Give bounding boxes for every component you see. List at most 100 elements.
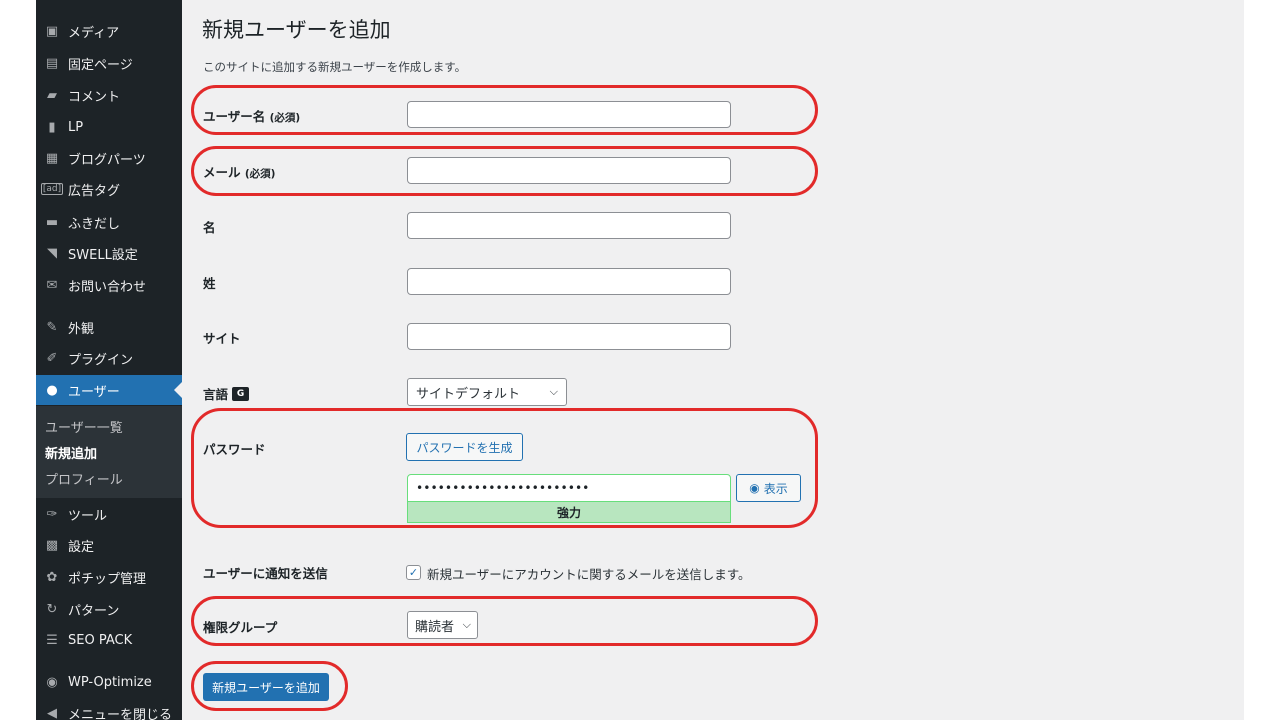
user-icon: ● — [46, 382, 58, 398]
swell-icon: ◥ — [47, 245, 57, 261]
add-new-user-button[interactable]: 新規ユーザーを追加 — [203, 673, 329, 701]
plugin-icon: ✐ — [46, 350, 58, 366]
username-label-text: ユーザー名 — [203, 109, 266, 124]
sidebar-item-wp-optimize[interactable]: ◉ WP-Optimize — [36, 667, 182, 697]
submenu-item-profile[interactable]: プロフィール — [45, 469, 123, 488]
username-label: ユーザー名 (必須) — [203, 106, 300, 125]
sidebar-item-contact[interactable]: ✉ お問い合わせ — [36, 270, 182, 300]
sidebar-item-appearance[interactable]: ✎ 外観 — [36, 312, 182, 342]
sidebar-item-ad-tags[interactable]: [ad] 広告タグ — [36, 174, 182, 204]
sidebar-item-fukidashi[interactable]: ▬ ふきだし — [36, 207, 182, 237]
eye-icon: ◉ — [749, 481, 760, 495]
highlight-role — [191, 596, 818, 646]
sidebar-item-label: SEO PACK — [68, 632, 133, 648]
required-note: (必須) — [269, 112, 301, 124]
main-content: 新規ユーザーを追加 このサイトに追加する新規ユーザーを作成します。 ユーザー名 … — [182, 0, 1244, 720]
sidebar-collapse-menu[interactable]: ◀ メニューを閉じる — [36, 698, 182, 720]
paw-icon: ✿ — [46, 569, 58, 585]
collapse-menu-icon: ◀ — [47, 705, 57, 720]
sidebar-item-label: コメント — [68, 89, 121, 105]
sidebar-item-comments[interactable]: ▰ コメント — [36, 80, 182, 110]
sidebar-item-label: 広告タグ — [68, 183, 121, 199]
sidebar-item-label: ブログパーツ — [68, 152, 146, 168]
sidebar-item-plugins[interactable]: ✐ プラグイン — [36, 343, 182, 373]
pattern-icon: ↻ — [46, 601, 58, 617]
sidebar-item-pochipp[interactable]: ✿ ポチップ管理 — [36, 562, 182, 592]
username-field[interactable] — [407, 101, 731, 128]
sidebar-item-blog-parts[interactable]: ▦ ブログパーツ — [36, 143, 182, 173]
sidebar-item-label: メディア — [68, 25, 120, 41]
speech-bubble-icon: ▬ — [45, 214, 59, 230]
required-note: (必須) — [244, 168, 276, 180]
settings-icon: ▩ — [45, 537, 59, 553]
comment-icon: ▰ — [47, 87, 57, 103]
email-label-text: メール — [203, 165, 241, 180]
sidebar-item-label: 固定ページ — [68, 57, 133, 73]
wrench-icon: ✑ — [46, 506, 58, 522]
sidebar-item-pages[interactable]: ▤ 固定ページ — [36, 48, 182, 78]
translate-icon: G — [232, 386, 250, 401]
submenu-item-all-users[interactable]: ユーザー一覧 — [45, 417, 123, 436]
notify-label: ユーザーに通知を送信 — [203, 566, 328, 581]
sidebar-item-lp[interactable]: ▮ LP — [36, 112, 182, 142]
sidebar-item-label: WP-Optimize — [68, 674, 152, 690]
generate-password-button[interactable]: パスワードを生成 — [406, 433, 523, 461]
sidebar-item-swell-settings[interactable]: ◥ SWELL設定 — [36, 238, 182, 268]
website-field[interactable] — [407, 323, 731, 350]
role-select-value: 購読者 — [415, 619, 455, 635]
mail-icon: ✉ — [46, 277, 58, 293]
chevron-down-icon: ⌵ — [549, 385, 558, 398]
sidebar-item-label: お問い合わせ — [68, 279, 147, 295]
password-label: パスワード — [203, 442, 266, 457]
sidebar-item-settings[interactable]: ▩ 設定 — [36, 530, 182, 560]
sidebar-item-label: ポチップ管理 — [68, 571, 147, 587]
notify-checkbox[interactable]: ✓ — [406, 565, 421, 580]
language-label-text: 言語 — [203, 387, 229, 402]
website-label: サイト — [203, 331, 241, 346]
role-select[interactable]: 購読者 ⌵ — [407, 611, 478, 639]
sidebar-item-media[interactable]: ▣ メディア — [36, 16, 182, 46]
admin-sidebar: ▣ メディア ▤ 固定ページ ▰ コメント ▮ LP ▦ ブログパーツ [ad]… — [36, 0, 182, 720]
password-strength-meter: 強力 — [407, 501, 731, 523]
media-icon: ▣ — [45, 23, 59, 39]
sidebar-item-tools[interactable]: ✑ ツール — [36, 499, 182, 529]
sidebar-item-label: メニューを閉じる — [68, 707, 173, 720]
chevron-down-icon: ⌵ — [462, 618, 471, 631]
users-submenu: ユーザー一覧 新規追加 プロフィール — [36, 406, 182, 498]
sidebar-item-users[interactable]: ● ユーザー — [36, 375, 182, 405]
first-name-label: 名 — [203, 220, 216, 235]
sidebar-item-label: ふきだし — [68, 216, 121, 232]
email-label: メール (必須) — [203, 162, 275, 181]
sidebar-item-label: 設定 — [68, 539, 95, 555]
wp-optimize-icon: ◉ — [46, 674, 58, 690]
first-name-field[interactable] — [407, 212, 731, 239]
last-name-field[interactable] — [407, 268, 731, 295]
notify-checkbox-label[interactable]: 新規ユーザーにアカウントに関するメールを送信します。 — [427, 564, 751, 583]
submenu-item-add-new[interactable]: 新規追加 — [45, 443, 97, 462]
show-password-label: 表示 — [763, 481, 788, 496]
language-select-value: サイトデフォルト — [416, 386, 521, 402]
role-label: 権限グループ — [203, 620, 278, 635]
email-field[interactable] — [407, 157, 731, 184]
show-password-button[interactable]: ◉ 表示 — [736, 474, 801, 502]
ad-icon-text: [ad] — [40, 183, 64, 195]
seo-pack-icon: ☰ — [46, 632, 58, 648]
sidebar-item-label: SWELL設定 — [68, 247, 138, 263]
sidebar-item-seo-pack[interactable]: ☰ SEO PACK — [36, 625, 182, 655]
password-field[interactable]: •••••••••••••••••••••••• — [407, 474, 731, 502]
checkmark-icon: ✓ — [408, 566, 419, 579]
last-name-label: 姓 — [203, 276, 216, 291]
lp-icon: ▮ — [48, 119, 56, 135]
sidebar-item-label: ユーザー — [68, 384, 120, 400]
page-title: 新規ユーザーを追加 — [202, 18, 391, 42]
appearance-icon: ✎ — [46, 319, 58, 335]
blog-parts-icon: ▦ — [45, 150, 59, 166]
screen: ▣ メディア ▤ 固定ページ ▰ コメント ▮ LP ▦ ブログパーツ [ad]… — [0, 0, 1280, 720]
sidebar-item-label: 外観 — [68, 321, 95, 337]
page-icon: ▤ — [45, 55, 59, 71]
sidebar-item-patterns[interactable]: ↻ パターン — [36, 594, 182, 624]
sidebar-item-label: プラグイン — [68, 352, 134, 368]
language-select[interactable]: サイトデフォルト ⌵ — [407, 378, 567, 406]
sidebar-item-label: パターン — [68, 603, 120, 619]
sidebar-item-label: ツール — [68, 508, 108, 524]
